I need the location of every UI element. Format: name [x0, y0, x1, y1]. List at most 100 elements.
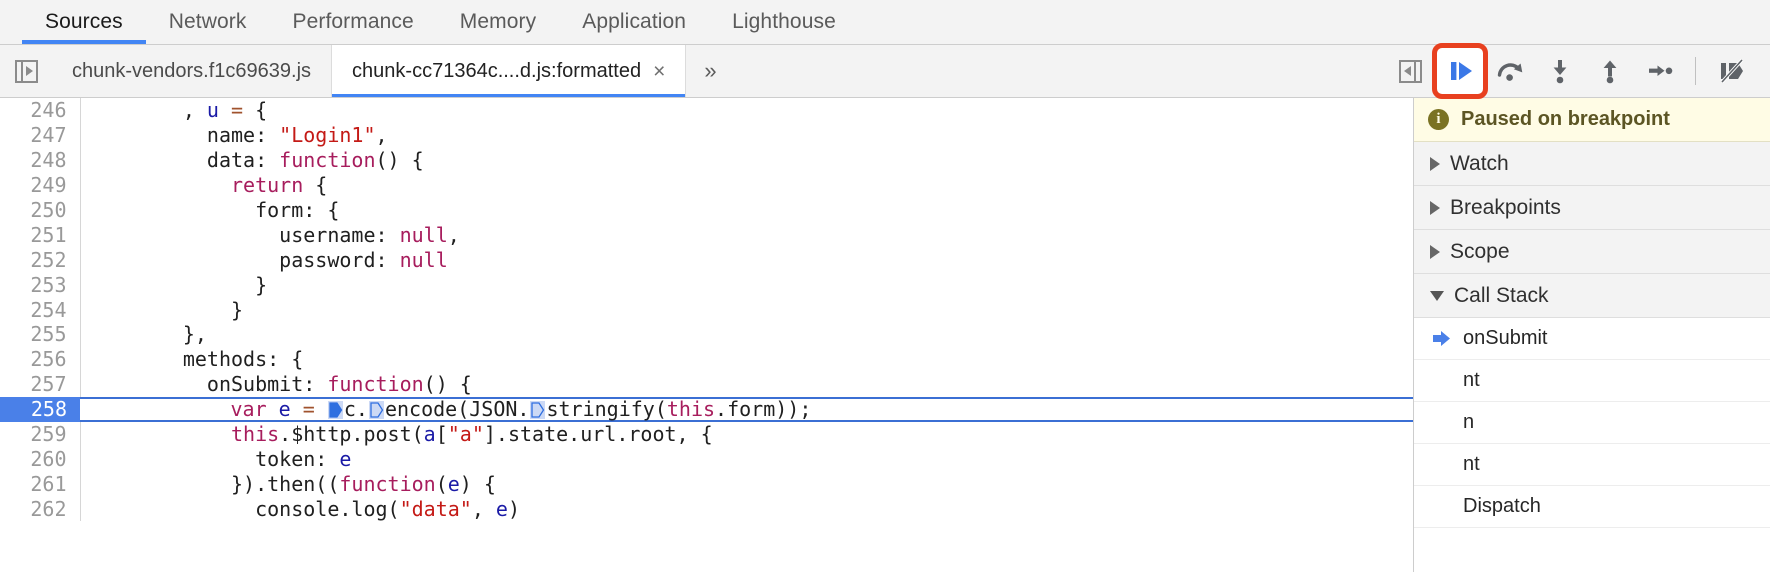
sidebar-section-label: Scope — [1450, 239, 1510, 263]
sidebar-sections: Watch Breakpoints Scope Call Stack onSubmit n… — [1414, 142, 1770, 528]
code-line-content[interactable]: token: e — [80, 446, 1413, 471]
code-token: () { — [423, 372, 472, 397]
file-tab-list: chunk-vendors.f1c69639.js chunk-cc71364c.… — [52, 45, 687, 97]
code-line-content[interactable]: methods: { — [80, 347, 1413, 372]
code-token: [ — [435, 422, 448, 447]
file-tab[interactable]: chunk-cc71364c....d.js:formatted × — [332, 45, 687, 97]
line-number[interactable]: 249 — [0, 172, 81, 198]
deactivate-breakpoints-button[interactable] — [1706, 46, 1756, 96]
line-number[interactable]: 261 — [0, 471, 81, 497]
line-number[interactable]: 248 — [0, 147, 81, 173]
code-line-content[interactable]: , u = { — [80, 98, 1413, 123]
file-tab[interactable]: chunk-vendors.f1c69639.js — [52, 45, 333, 97]
code-token: methods: { — [86, 347, 304, 372]
line-number[interactable]: 252 — [0, 247, 81, 273]
code-line: 262 console.log("data", e) — [0, 496, 1413, 522]
code-token: ].state.url.root, { — [483, 422, 713, 447]
code-line-content[interactable]: form: { — [80, 198, 1413, 223]
code-line-content[interactable]: } — [80, 272, 1413, 297]
call-stack-item-label: nt — [1463, 453, 1480, 475]
code-line-content[interactable]: return { — [80, 173, 1413, 198]
code-token: this — [666, 397, 716, 422]
code-line-content[interactable]: }, — [80, 322, 1413, 347]
panel-tab-lighthouse[interactable]: Lighthouse — [709, 0, 859, 44]
debugger-toolbar — [1385, 43, 1770, 99]
deactivate-breakpoints-icon — [1720, 58, 1744, 84]
code-line-content[interactable]: this.$http.post(a["a"].state.url.root, { — [80, 422, 1413, 447]
code-token: token: — [86, 446, 340, 471]
line-number[interactable]: 257 — [0, 371, 81, 397]
line-number[interactable]: 250 — [0, 197, 81, 223]
sidebar-section-label: Breakpoints — [1450, 195, 1561, 219]
chevron-right-icon[interactable] — [1430, 244, 1440, 259]
code-line-content[interactable]: } — [80, 297, 1413, 322]
call-stack-item-label: onSubmit — [1463, 327, 1548, 349]
code-line-content[interactable]: console.log("data", e) — [80, 496, 1413, 521]
line-number[interactable]: 258 — [0, 396, 80, 422]
step-out-button[interactable] — [1585, 46, 1635, 96]
chevron-right-icon[interactable] — [1430, 200, 1440, 215]
call-stack-item[interactable]: n — [1414, 402, 1770, 444]
step-into-marker-icon[interactable] — [368, 401, 384, 420]
code-line-content[interactable]: }).then((function(e) { — [80, 471, 1413, 496]
code-lines: 246 , u = {247 name: "Login1", 248 data: … — [0, 98, 1413, 522]
panel-tab-memory[interactable]: Memory — [437, 0, 559, 44]
file-tab-label: chunk-cc71364c....d.js:formatted — [352, 59, 642, 82]
code-editor[interactable]: 246 , u = {247 name: "Login1", 248 data: … — [0, 98, 1413, 572]
panel-tab-performance[interactable]: Performance — [269, 0, 436, 44]
sidebar-section-scope[interactable]: Scope — [1414, 230, 1770, 274]
call-stack-item[interactable]: nt — [1414, 360, 1770, 402]
show-debugger-sidebar-button[interactable] — [1385, 46, 1435, 96]
sidebar-section-watch[interactable]: Watch — [1414, 142, 1770, 186]
code-line: 261 }).then((function(e) { — [0, 471, 1413, 497]
line-number[interactable]: 256 — [0, 346, 81, 372]
code-token: var — [230, 397, 267, 422]
code-line-content[interactable]: password: null — [80, 247, 1413, 272]
debugger-sidebar: i Paused on breakpoint Watch Breakpoints S… — [1413, 98, 1770, 572]
line-number[interactable]: 262 — [0, 496, 81, 522]
step-into-marker-icon[interactable] — [530, 401, 546, 420]
line-number[interactable]: 247 — [0, 122, 81, 148]
code-token: = — [231, 98, 244, 123]
line-number[interactable]: 260 — [0, 446, 81, 472]
step-into-marker-active-icon[interactable] — [327, 401, 343, 420]
panel-tab-network[interactable]: Network — [146, 0, 270, 44]
step-over-button[interactable] — [1485, 46, 1535, 96]
sidebar-section-breakpoints[interactable]: Breakpoints — [1414, 186, 1770, 230]
step-into-button[interactable] — [1535, 46, 1585, 96]
code-line-content[interactable]: data: function() { — [80, 148, 1413, 173]
code-line-content[interactable]: username: null, — [80, 222, 1413, 247]
sources-tabbar: chunk-vendors.f1c69639.js chunk-cc71364c.… — [0, 43, 1770, 99]
code-token: , — [375, 123, 388, 148]
line-number[interactable]: 259 — [0, 421, 81, 447]
chevron-down-icon[interactable] — [1430, 290, 1444, 301]
panel-tab-application[interactable]: Application — [559, 0, 709, 44]
devtools-window: Sources Network Performance Memory Applicati… — [0, 0, 1770, 572]
line-number[interactable]: 246 — [0, 98, 81, 123]
close-icon[interactable]: × — [653, 61, 665, 82]
step-button[interactable] — [1635, 46, 1685, 96]
show-navigator-button[interactable] — [0, 45, 52, 97]
code-token: e — [278, 397, 291, 422]
call-stack-item[interactable]: onSubmit — [1414, 318, 1770, 360]
code-token: "Login1" — [279, 123, 376, 148]
code-token: { — [303, 173, 328, 198]
code-token: , — [86, 98, 207, 123]
code-line-content[interactable]: onSubmit: function() { — [80, 372, 1413, 397]
tab-overflow-button[interactable]: » — [686, 45, 734, 97]
code-line-content[interactable]: name: "Login1", — [80, 123, 1413, 148]
line-number[interactable]: 255 — [0, 322, 81, 347]
code-line-content[interactable]: var e = c. encode(JSON. stringify(this.for… — [80, 396, 1413, 422]
call-stack-item[interactable]: Dispatch — [1414, 486, 1770, 528]
panel-tab-sources[interactable]: Sources — [22, 0, 146, 44]
sidebar-section-call-stack[interactable]: Call Stack — [1414, 274, 1770, 318]
line-number[interactable]: 251 — [0, 222, 81, 248]
resume-script-execution-button[interactable] — [1432, 43, 1488, 99]
line-number[interactable]: 254 — [0, 297, 81, 323]
code-token: { — [243, 98, 268, 123]
code-token: name: — [86, 123, 280, 148]
line-number[interactable]: 253 — [0, 272, 81, 298]
call-stack-item[interactable]: nt — [1414, 444, 1770, 486]
chevron-right-icon[interactable] — [1430, 156, 1440, 171]
